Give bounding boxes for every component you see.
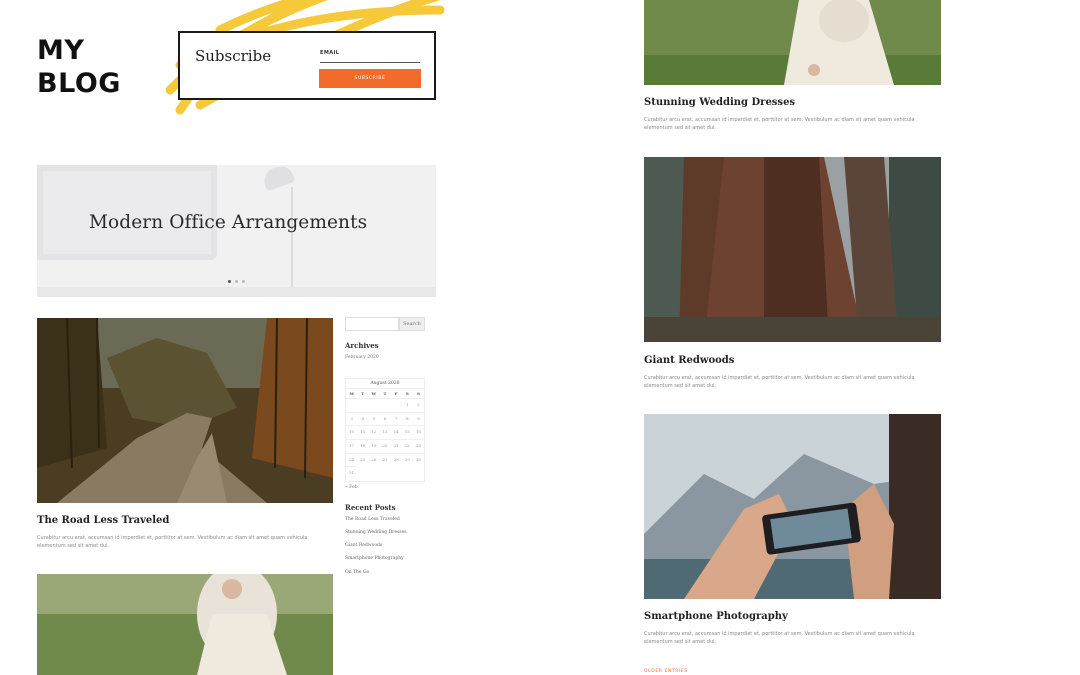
calendar-day: 14 <box>390 425 402 439</box>
subscribe-button[interactable]: SUBSCRIBE <box>319 69 421 88</box>
calendar-day: 5 <box>368 411 380 426</box>
post-excerpt: Curabitur arcu erat, accumsan id imperdi… <box>644 117 915 131</box>
post-excerpt: Curabitur arcu erat, accumsan id imperdi… <box>644 631 915 645</box>
hero-slider[interactable]: Modern Office Arrangements <box>37 165 436 297</box>
calendar-day: 11 <box>357 425 369 439</box>
post-title[interactable]: The Road Less Traveled <box>37 515 169 526</box>
older-entries-link[interactable]: OLDER ENTRIES <box>644 669 688 674</box>
hero-title[interactable]: Modern Office Arrangements <box>89 212 367 233</box>
subscribe-title: Subscribe <box>195 47 272 65</box>
post-image-wedding[interactable] <box>644 0 941 85</box>
recent-post-link[interactable]: Stunning Wedding Dresses <box>345 530 407 535</box>
calendar-day: 2 <box>412 398 424 412</box>
calendar-weekday: T <box>379 388 391 398</box>
post-excerpt: Curabitur arcu erat, accumsan id imperdi… <box>644 375 915 389</box>
calendar-day: 16 <box>412 425 424 439</box>
calendar-day: 6 <box>379 411 391 426</box>
search-button[interactable]: Search <box>399 317 425 331</box>
calendar-day: 12 <box>368 425 380 439</box>
archive-link[interactable]: February 2020 <box>345 355 379 360</box>
calendar-day: 13 <box>379 425 391 439</box>
calendar-day: 4 <box>357 411 369 426</box>
blog-logo[interactable]: MY BLOG <box>37 34 121 100</box>
subscribe-widget: Subscribe EMAIL SUBSCRIBE <box>178 31 436 100</box>
calendar-caption: August 2020 <box>370 381 400 386</box>
calendar-day: 30 <box>412 452 424 467</box>
calendar-day <box>379 398 391 412</box>
calendar-day: 3 <box>346 411 358 426</box>
post-excerpt: Curabitur arcu erat, accumsan id imperdi… <box>37 535 308 549</box>
calendar-day: 29 <box>401 452 413 467</box>
calendar-prev-link[interactable]: « Feb <box>345 485 358 490</box>
calendar-weekday: W <box>368 388 380 398</box>
recent-post-link[interactable]: Giant Redwoods <box>345 543 382 548</box>
calendar-widget: August 2020 M T W T F S S 1 2 3 4 5 6 7 8 9 10 11 12 13 14 15… <box>345 378 425 482</box>
recent-post-link[interactable]: Smartphone Photography <box>345 556 404 561</box>
recent-posts-title: Recent Posts <box>345 503 396 512</box>
calendar-day: 31 <box>346 466 358 480</box>
calendar-day: 28 <box>390 452 402 467</box>
calendar-day: 27 <box>379 452 391 467</box>
slider-dot[interactable] <box>228 280 231 283</box>
calendar-day: 25 <box>357 452 369 467</box>
calendar-day: 23 <box>412 439 424 453</box>
calendar-weekday: T <box>357 388 369 398</box>
post-title[interactable]: Smartphone Photography <box>644 611 788 622</box>
calendar-day: 7 <box>390 411 402 426</box>
calendar-day: 10 <box>346 425 358 439</box>
calendar-day: 20 <box>379 439 391 453</box>
recent-post-link[interactable]: The Road Less Traveled <box>345 517 400 522</box>
calendar-day: 18 <box>357 439 369 453</box>
calendar-day <box>346 398 358 412</box>
calendar-day: 9 <box>412 411 424 426</box>
post-title[interactable]: Giant Redwoods <box>644 355 734 366</box>
calendar-day: 15 <box>401 425 413 439</box>
logo-line-1: MY <box>37 35 85 66</box>
calendar-day: 24 <box>346 452 358 467</box>
email-input[interactable] <box>320 62 420 63</box>
calendar-weekday: M <box>346 388 358 398</box>
calendar-day <box>368 398 380 412</box>
calendar-weekday: S <box>401 388 413 398</box>
calendar-day <box>357 398 369 412</box>
post-title[interactable]: Stunning Wedding Dresses <box>644 97 795 108</box>
calendar-day: 22 <box>401 439 413 453</box>
archives-title: Archives <box>345 341 379 350</box>
calendar-day <box>390 398 402 412</box>
calendar-grid: M T W T F S S 1 2 3 4 5 6 7 8 9 10 11 12 13 14 15 16 17 18 19 20 21… <box>346 388 424 480</box>
calendar-day: 1 <box>401 398 413 412</box>
search-input[interactable] <box>345 317 399 331</box>
post-image-road[interactable] <box>37 318 333 503</box>
email-label: EMAIL <box>320 50 340 56</box>
recent-post-link[interactable]: On The Go <box>345 570 369 575</box>
post-image-wedding[interactable] <box>37 574 333 675</box>
post-image-smartphone[interactable] <box>644 414 941 599</box>
calendar-day: 17 <box>346 439 358 453</box>
calendar-day: 19 <box>368 439 380 453</box>
slider-dots <box>228 280 245 283</box>
calendar-weekday: S <box>412 388 424 398</box>
logo-line-2: BLOG <box>37 68 121 99</box>
post-image-redwoods[interactable] <box>644 157 941 342</box>
calendar-day: 8 <box>401 411 413 426</box>
slider-dot[interactable] <box>235 280 238 283</box>
calendar-day: 26 <box>368 452 380 467</box>
calendar-day: 21 <box>390 439 402 453</box>
calendar-weekday: F <box>390 388 402 398</box>
slider-dot[interactable] <box>242 280 245 283</box>
